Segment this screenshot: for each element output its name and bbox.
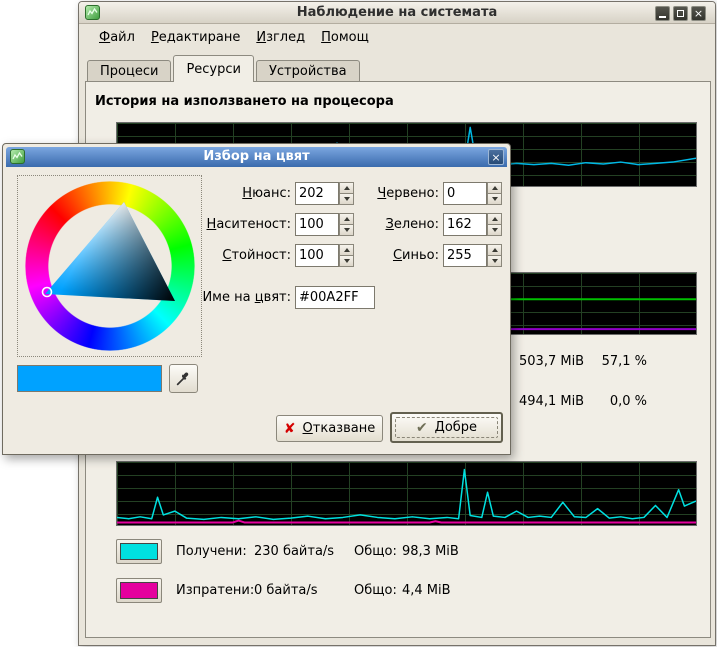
menu-edit[interactable]: Редактиране xyxy=(143,27,248,48)
arrow-up-icon xyxy=(344,248,350,252)
blue-input[interactable] xyxy=(443,244,487,267)
maximize-button[interactable] xyxy=(673,6,688,21)
tab-bar: Процеси Ресурси Устройства xyxy=(87,55,362,82)
received-total-label: Общо: xyxy=(354,544,402,559)
swap-percent: 0,0 % xyxy=(579,394,647,409)
sent-rate: 0 байта/s xyxy=(254,583,354,598)
maximize-icon xyxy=(677,10,684,17)
saturation-value-triangle[interactable] xyxy=(25,181,195,351)
tab-devices[interactable]: Устройства xyxy=(256,60,360,82)
color-picker-dialog: Избор на цвят × Нюанс: xyxy=(2,143,511,455)
window-controls: × xyxy=(655,6,706,21)
red-input[interactable] xyxy=(443,182,487,205)
menu-help[interactable]: Помощ xyxy=(313,27,377,48)
blue-spin-down[interactable] xyxy=(487,256,502,267)
network-received-row: Получени: 230 байта/s Общо: 98,3 MiB xyxy=(116,538,459,565)
sent-total: 4,4 MiB xyxy=(402,583,451,598)
dialog-titlebar[interactable]: Избор на цвят × xyxy=(6,147,507,167)
arrow-down-icon xyxy=(344,228,350,232)
sent-label: Изпратени: xyxy=(176,583,254,598)
color-wheel-area xyxy=(17,175,202,357)
menu-bar: Файл Редактиране Изглед Помощ xyxy=(79,25,715,50)
blue-spinner xyxy=(487,244,502,267)
arrow-up-icon xyxy=(492,248,498,252)
menu-file[interactable]: Файл xyxy=(91,27,143,48)
minimize-button[interactable] xyxy=(655,6,670,21)
green-spin-up[interactable] xyxy=(487,213,502,225)
memory-percent: 57,1 % xyxy=(579,354,647,369)
green-label: Зелено: xyxy=(351,213,439,236)
blue-spin-up[interactable] xyxy=(487,244,502,256)
green-spin-down[interactable] xyxy=(487,225,502,236)
received-color-button[interactable] xyxy=(116,539,162,564)
red-label: Червено: xyxy=(351,182,439,205)
arrow-up-icon xyxy=(492,217,498,221)
hue-label: Нюанс: xyxy=(196,182,291,205)
hue-input[interactable] xyxy=(295,182,339,205)
ok-label: Добре xyxy=(435,420,477,435)
close-icon: × xyxy=(694,8,703,19)
value-label: Стойност: xyxy=(196,244,291,267)
cancel-x-icon: ✘ xyxy=(284,421,296,437)
blue-label: Синьо: xyxy=(351,244,439,267)
color-preview xyxy=(17,365,162,392)
arrow-down-icon xyxy=(492,228,498,232)
arrow-down-icon xyxy=(492,197,498,201)
arrow-down-icon xyxy=(492,259,498,263)
received-total: 98,3 MiB xyxy=(402,544,459,559)
green-input[interactable] xyxy=(443,213,487,236)
cancel-label: Отказване xyxy=(303,421,376,436)
received-color-swatch xyxy=(120,543,158,560)
red-spin-up[interactable] xyxy=(487,182,502,194)
eyedropper-button[interactable] xyxy=(169,364,198,393)
window-title: Наблюдение на системата xyxy=(79,5,715,20)
red-spinner xyxy=(487,182,502,205)
dialog-close-button[interactable]: × xyxy=(488,149,504,165)
dialog-title: Избор на цвят xyxy=(6,149,507,164)
main-titlebar[interactable]: Наблюдение на системата × xyxy=(79,2,715,24)
menu-view[interactable]: Изглед xyxy=(248,27,313,48)
arrow-down-icon xyxy=(344,197,350,201)
color-name-input[interactable] xyxy=(295,286,375,309)
red-spin-down[interactable] xyxy=(487,194,502,205)
received-rate: 230 байта/s xyxy=(254,544,354,559)
arrow-up-icon xyxy=(344,186,350,190)
cpu-history-heading: История на използването на процесора xyxy=(95,94,394,109)
minimize-icon xyxy=(659,16,666,18)
tab-processes[interactable]: Процеси xyxy=(87,60,171,82)
value-input[interactable] xyxy=(295,244,339,267)
tab-resources[interactable]: Ресурси xyxy=(173,55,254,82)
network-history-graph xyxy=(116,461,697,526)
close-button[interactable]: × xyxy=(691,6,706,21)
cancel-button[interactable]: ✘ Отказване xyxy=(276,415,383,442)
arrow-up-icon xyxy=(492,186,498,190)
close-icon: × xyxy=(491,152,500,163)
sent-color-swatch xyxy=(120,582,158,599)
arrow-down-icon xyxy=(344,259,350,263)
saturation-input[interactable] xyxy=(295,213,339,236)
green-spinner xyxy=(487,213,502,236)
color-name-label: Име на цвят: xyxy=(196,286,291,309)
ok-check-icon: ✔ xyxy=(416,420,428,436)
eyedropper-icon xyxy=(175,370,192,387)
saturation-label: Наситеност: xyxy=(196,213,291,236)
ok-button[interactable]: ✔ Добре xyxy=(390,412,503,443)
arrow-up-icon xyxy=(344,217,350,221)
received-label: Получени: xyxy=(176,544,254,559)
sent-color-button[interactable] xyxy=(116,578,162,603)
sent-total-label: Общо: xyxy=(354,583,402,598)
network-sent-row: Изпратени: 0 байта/s Общо: 4,4 MiB xyxy=(116,577,451,604)
